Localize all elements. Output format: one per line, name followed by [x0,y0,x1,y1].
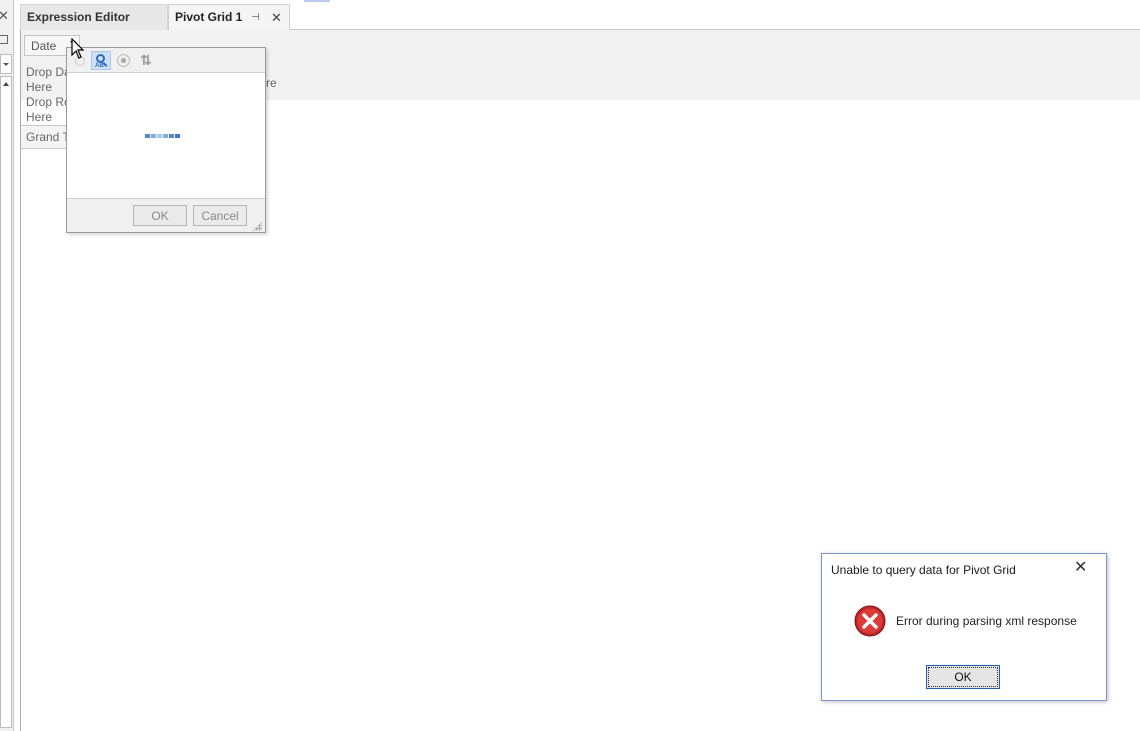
tab-label: Expression Editor [27,10,130,24]
tab-label: Pivot Grid 1 [175,10,243,24]
scroll-up-icon[interactable] [3,82,9,86]
dialog-ok-button[interactable]: OK [926,665,1000,689]
tab-pivot-grid[interactable]: Pivot Grid 1 ⊣ ✕ [168,4,290,30]
filter-values-list[interactable] [67,73,265,199]
radio-icon[interactable] [114,51,134,70]
radio-dot [121,58,126,63]
mouse-cursor-icon [71,38,85,59]
panel-pin-icon[interactable] [0,35,8,44]
ok-label: OK [928,667,998,687]
resize-grip-icon[interactable] [252,221,262,231]
error-message: Error during parsing xml response [896,614,1077,628]
loader-segment [169,134,174,138]
drop-data-label: Drop Da [26,65,71,79]
error-dialog: Unable to query data for Pivot Grid ✕ Er… [821,553,1107,701]
drop-data-label-cont: Here [26,80,53,94]
drop-column-label: re [266,76,277,90]
close-icon[interactable]: ✕ [271,11,282,24]
sort-icon[interactable]: ⇅ [136,51,156,70]
close-icon[interactable]: ✕ [1074,560,1087,576]
filter-popup: AB ⇅ OK Cancel [66,47,266,233]
loading-indicator [145,134,180,138]
pin-icon[interactable]: ⊣ [251,13,260,23]
filter-cancel-button[interactable]: Cancel [193,205,247,226]
dialog-title: Unable to query data for Pivot Grid [831,563,1016,577]
drop-row-label-cont: Here [26,110,53,124]
filter-ok-button[interactable]: OK [133,205,187,226]
tab-bar: Expression Editor Pivot Grid 1 ⊣ ✕ [20,4,1140,30]
tab-expression-editor[interactable]: Expression Editor [20,4,168,30]
loader-segment [175,134,180,138]
loader-segment [163,134,168,138]
loader-segment [157,134,162,138]
left-panel-strip: ✕ [0,0,14,731]
filter-toolbar: AB ⇅ [67,48,265,73]
loader-segment [151,134,156,138]
ab-mark: AB [95,63,104,69]
loader-segment [145,134,150,138]
panel-close-icon[interactable]: ✕ [0,9,9,22]
error-icon [854,605,886,637]
field-label: Date [31,39,57,53]
drop-row-label: Drop Ro [26,95,71,109]
panel-scrollbar[interactable] [0,76,12,728]
chevron-down-icon [3,63,9,66]
search-icon[interactable]: AB [91,51,111,70]
tab-strip-accent [304,0,330,2]
panel-dropdown[interactable] [0,54,12,74]
